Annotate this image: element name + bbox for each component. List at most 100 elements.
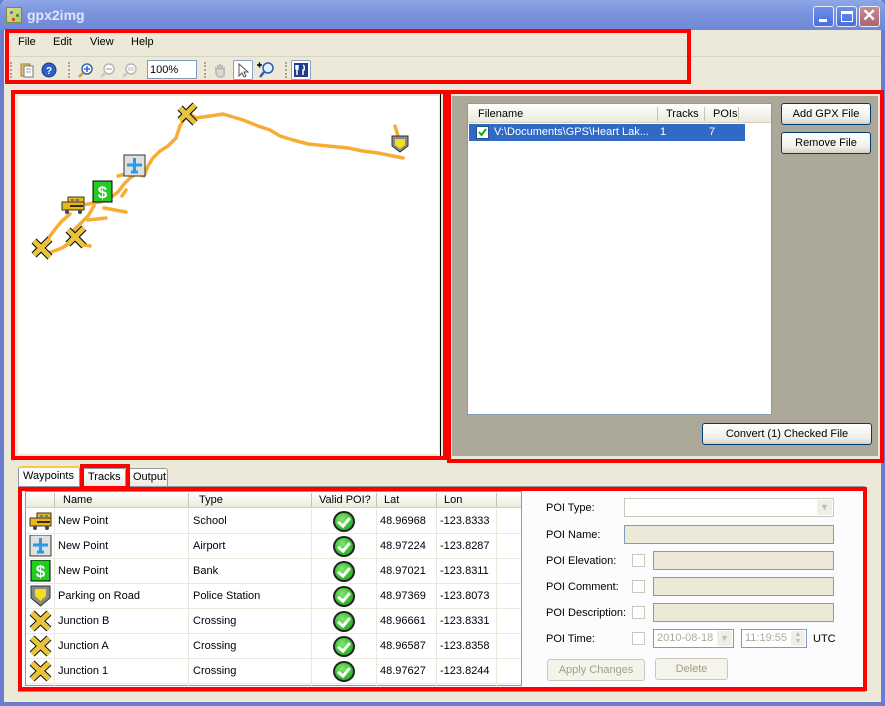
poi-comment-field[interactable]: [653, 577, 834, 596]
poi-description-checkbox[interactable]: [632, 606, 645, 619]
crossing-icon: [29, 635, 52, 657]
menu-file[interactable]: File: [18, 36, 36, 48]
map-canvas[interactable]: $: [18, 96, 439, 454]
waypoint-type: Crossing: [193, 640, 237, 652]
select-button[interactable]: [233, 60, 253, 80]
apply-changes-button[interactable]: Apply Changes: [547, 659, 645, 681]
col-lat[interactable]: Lat: [384, 494, 399, 506]
zoom-out-button[interactable]: [98, 60, 118, 80]
map-svg: $: [31, 102, 409, 260]
poi-description-field[interactable]: [653, 603, 834, 622]
col-lon[interactable]: Lon: [444, 494, 462, 506]
waypoint-lon: -123.8287: [440, 540, 490, 552]
tab-output[interactable]: Output: [128, 468, 168, 486]
convert-button[interactable]: Convert (1) Checked File: [702, 423, 872, 445]
valid-check-icon: [333, 536, 355, 557]
zoom-out-icon: [100, 63, 115, 78]
remove-file-button[interactable]: Remove File: [781, 132, 871, 154]
col-valid[interactable]: Valid POI?: [319, 494, 371, 506]
col-tracks[interactable]: Tracks: [666, 108, 699, 120]
delete-button[interactable]: Delete: [655, 658, 728, 680]
poi-elevation-checkbox[interactable]: [632, 554, 645, 567]
waypoint-type: Airport: [193, 540, 226, 552]
toolbar-grip[interactable]: [68, 62, 70, 78]
waypoint-name: Junction 1: [58, 665, 109, 677]
waypoint-lon: -123.8073: [440, 590, 490, 602]
toolbar-grip[interactable]: [10, 62, 12, 78]
toolbar-grip[interactable]: [285, 62, 287, 78]
pointer-icon: [238, 62, 250, 78]
menu-edit[interactable]: Edit: [53, 36, 72, 48]
poi-elevation-field[interactable]: [653, 551, 834, 570]
crossing-icon: [29, 610, 52, 632]
tab-tracks[interactable]: Tracks: [83, 468, 126, 486]
help-button[interactable]: ?: [39, 60, 59, 80]
menu-help[interactable]: Help: [131, 36, 154, 48]
waypoint-lat: 48.96968: [380, 515, 426, 527]
poi-tool-button[interactable]: [291, 60, 311, 80]
col-type[interactable]: Type: [199, 494, 223, 506]
col-filename[interactable]: Filename: [478, 108, 523, 120]
zoom-level-input[interactable]: [147, 60, 197, 79]
waypoint-type: Police Station: [193, 590, 261, 602]
poi-time-spinner[interactable]: 11:19:55 ▲ ▼: [741, 629, 807, 648]
waypoint-row[interactable]: New Point School 48.96968 -123.8333: [26, 509, 521, 534]
toolbar-grip[interactable]: [204, 62, 206, 78]
waypoint-lon: -123.8331: [440, 615, 490, 627]
add-gpx-file-button[interactable]: Add GPX File: [781, 103, 871, 125]
chevron-down-icon: ▼: [717, 631, 732, 646]
poi-time-checkbox[interactable]: [632, 632, 645, 645]
waypoint-lon: -123.8244: [440, 665, 490, 677]
help-icon: ?: [41, 62, 57, 78]
valid-check-icon: [333, 586, 355, 607]
zoom-plus-icon: [257, 62, 274, 78]
pane-splitter[interactable]: [440, 92, 445, 456]
map-poi-police: [391, 135, 409, 153]
poi-description-label: POI Description:: [546, 607, 627, 619]
poi-date-picker[interactable]: 2010-08-18 ▼: [653, 629, 734, 648]
poi-type-label: POI Type:: [546, 502, 595, 514]
col-pois[interactable]: POIs: [713, 108, 737, 120]
file-list[interactable]: Filename Tracks POIs V:\Documents\GPS\He…: [467, 103, 772, 415]
waypoint-row[interactable]: Junction A Crossing 48.96587 -123.8358: [26, 634, 521, 659]
waypoint-name: New Point: [58, 540, 109, 552]
waypoint-lon: -123.8333: [440, 515, 490, 527]
poi-comment-checkbox[interactable]: [632, 580, 645, 593]
zoom-in-icon: [78, 63, 93, 78]
track-main: [188, 112, 405, 160]
zoom-tool-button[interactable]: [256, 60, 276, 80]
minimize-button[interactable]: [813, 6, 834, 27]
svg-text:$: $: [36, 562, 46, 581]
document-icon: [20, 63, 34, 78]
waypoint-row[interactable]: Parking on Road Police Station 48.97369 -12…: [26, 584, 521, 609]
file-row[interactable]: V:\Documents\GPS\Heart Lak... 1 7: [469, 124, 745, 141]
col-name[interactable]: Name: [63, 494, 92, 506]
tab-waypoints[interactable]: Waypoints: [18, 466, 80, 487]
zoom-in-button[interactable]: [76, 60, 96, 80]
maximize-button[interactable]: [836, 6, 857, 27]
waypoint-row[interactable]: Junction B Crossing 48.96661 -123.8331: [26, 609, 521, 634]
poi-type-select[interactable]: ▼: [624, 498, 834, 517]
map-poi-crossing-a: [31, 236, 53, 260]
crossing-icon: [29, 660, 52, 682]
pan-button[interactable]: [210, 60, 230, 80]
file-checkbox[interactable]: [476, 126, 489, 139]
waypoint-row[interactable]: New Point Airport 48.97224 -123.8287: [26, 534, 521, 559]
waypoint-lon: -123.8358: [440, 640, 490, 652]
open-file-button[interactable]: [17, 60, 37, 80]
waypoint-row[interactable]: Junction 1 Crossing 48.97627 -123.8244: [26, 659, 521, 684]
spinner-arrows-icon: ▲ ▼: [791, 631, 805, 646]
poi-comment-label: POI Comment:: [546, 581, 619, 593]
window-title: gpx2img: [27, 7, 85, 23]
waypoint-name: Junction A: [58, 640, 109, 652]
chevron-down-icon: ▼: [817, 500, 832, 515]
valid-check-icon: [333, 511, 355, 532]
close-button[interactable]: ✕: [859, 6, 880, 27]
waypoint-row[interactable]: $ New Point Bank 48.97021 -123.8311: [26, 559, 521, 584]
menu-view[interactable]: View: [90, 36, 114, 48]
checkmark-icon: [478, 128, 487, 137]
zoom-reset-button[interactable]: [120, 60, 140, 80]
poi-name-field[interactable]: [624, 525, 834, 544]
waypoints-grid[interactable]: Name Type Valid POI? Lat Lon New Point Sc…: [25, 491, 522, 687]
file-tracks: 1: [660, 126, 667, 138]
